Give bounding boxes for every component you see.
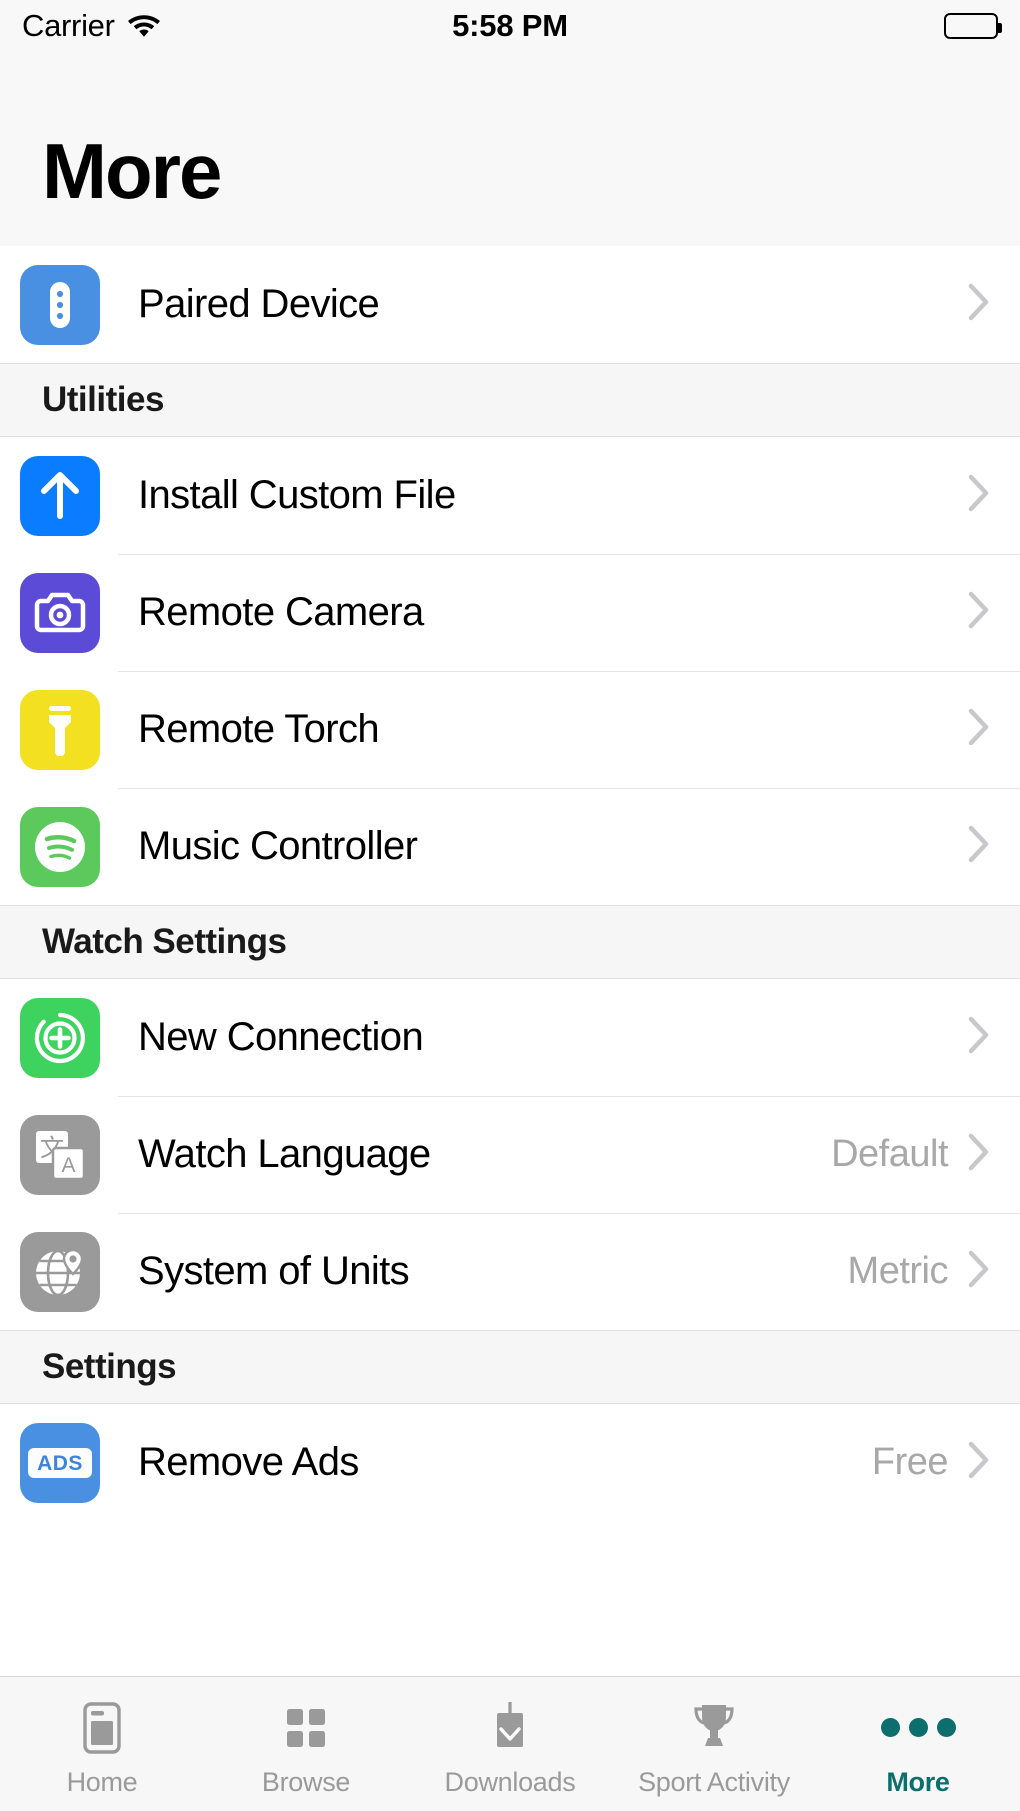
list-item-watch-language[interactable]: 文 A Watch Language Default bbox=[0, 1096, 1020, 1213]
translate-icon: 文 A bbox=[20, 1114, 100, 1195]
three-dots-icon bbox=[880, 1699, 956, 1757]
grid-squares-icon bbox=[280, 1699, 332, 1757]
globe-pin-icon bbox=[20, 1231, 100, 1312]
flashlight-icon bbox=[20, 689, 100, 770]
tab-home[interactable]: Home bbox=[0, 1677, 204, 1811]
status-bar-left: Carrier bbox=[22, 8, 161, 44]
list-item-label: Remote Torch bbox=[138, 707, 380, 751]
chevron-right-icon bbox=[966, 1438, 992, 1487]
tab-downloads[interactable]: Downloads bbox=[408, 1677, 612, 1811]
section-header-label: Utilities bbox=[42, 380, 164, 419]
list-item-label: Remote Camera bbox=[138, 590, 424, 634]
chevron-right-icon bbox=[966, 1130, 992, 1179]
tab-browse[interactable]: Browse bbox=[204, 1677, 408, 1811]
plus-circle-icon bbox=[20, 997, 100, 1078]
device-home-icon bbox=[76, 1699, 128, 1757]
list-item-label: System of Units bbox=[138, 1249, 410, 1293]
list-item-label: New Connection bbox=[138, 1015, 424, 1059]
chevron-right-icon bbox=[966, 822, 992, 871]
status-bar-right bbox=[944, 13, 1002, 39]
list-item-value: Metric bbox=[847, 1250, 949, 1292]
tab-bar: Home Browse Downloads Sport Activity Mor… bbox=[0, 1676, 1020, 1811]
camera-icon bbox=[20, 572, 100, 653]
chevron-right-icon bbox=[966, 705, 992, 754]
page-title: More bbox=[42, 126, 222, 215]
section-header-settings: Settings bbox=[0, 1330, 1020, 1404]
three-dots-glyph bbox=[880, 1718, 956, 1737]
tab-label: Downloads bbox=[444, 1766, 576, 1797]
list-item-label: Paired Device bbox=[138, 282, 380, 326]
paired-device-icon bbox=[20, 264, 100, 345]
list-item-value: Default bbox=[831, 1133, 948, 1175]
dot bbox=[880, 1718, 900, 1737]
list-item-label: Install Custom File bbox=[138, 473, 456, 517]
list-item-label: Watch Language bbox=[138, 1132, 431, 1176]
list-item-value: Free bbox=[871, 1441, 949, 1483]
chevron-right-icon bbox=[966, 1013, 992, 1062]
list-item-label: Remove Ads bbox=[138, 1440, 359, 1484]
chevron-right-icon bbox=[966, 588, 992, 637]
more-settings-screen: Carrier 5:58 PM More Paired Device Utili… bbox=[0, 0, 1020, 1811]
list-item-install-custom-file[interactable]: Install Custom File bbox=[0, 437, 1020, 554]
tab-more[interactable]: More bbox=[816, 1677, 1020, 1811]
svg-text:ADS: ADS bbox=[37, 1452, 83, 1475]
battery-full-icon bbox=[944, 13, 1002, 39]
chevron-right-icon bbox=[966, 280, 992, 329]
section-header-label: Watch Settings bbox=[42, 922, 287, 961]
download-arrow-icon bbox=[484, 1699, 536, 1757]
list-item-new-connection[interactable]: New Connection bbox=[0, 979, 1020, 1096]
carrier-label: Carrier bbox=[22, 8, 115, 43]
section-header-utilities: Utilities bbox=[0, 363, 1020, 437]
list-item-remove-ads[interactable]: ADS Remove Ads Free bbox=[0, 1404, 1020, 1521]
svg-text:A: A bbox=[61, 1154, 75, 1177]
list-item-remote-torch[interactable]: Remote Torch bbox=[0, 671, 1020, 788]
chevron-right-icon bbox=[966, 1247, 992, 1296]
spotify-music-icon bbox=[20, 806, 100, 887]
tab-label: Home bbox=[66, 1766, 138, 1797]
upload-arrow-icon bbox=[20, 455, 100, 536]
tab-sport-activity[interactable]: Sport Activity bbox=[612, 1677, 816, 1811]
list-item-label: Music Controller bbox=[138, 824, 418, 868]
ads-badge-icon: ADS bbox=[20, 1422, 100, 1503]
list-item-music-controller[interactable]: Music Controller bbox=[0, 788, 1020, 905]
section-header-label: Settings bbox=[42, 1347, 177, 1386]
large-title-area: More bbox=[0, 52, 1020, 246]
section-header-watch-settings: Watch Settings bbox=[0, 905, 1020, 979]
tab-label: Sport Activity bbox=[638, 1766, 790, 1797]
status-bar: Carrier 5:58 PM bbox=[0, 0, 1020, 52]
list-item-system-of-units[interactable]: System of Units Metric bbox=[0, 1213, 1020, 1330]
settings-list[interactable]: Paired Device Utilities Install Custom F… bbox=[0, 246, 1020, 1676]
tab-label: Browse bbox=[261, 1766, 351, 1797]
trophy-icon bbox=[686, 1699, 742, 1757]
wifi-icon bbox=[127, 11, 161, 42]
tab-label: More bbox=[886, 1766, 950, 1797]
chevron-right-icon bbox=[966, 471, 992, 520]
list-item-remote-camera[interactable]: Remote Camera bbox=[0, 554, 1020, 671]
dot bbox=[936, 1718, 956, 1737]
list-item-paired-device[interactable]: Paired Device bbox=[0, 246, 1020, 363]
dot bbox=[908, 1718, 928, 1737]
